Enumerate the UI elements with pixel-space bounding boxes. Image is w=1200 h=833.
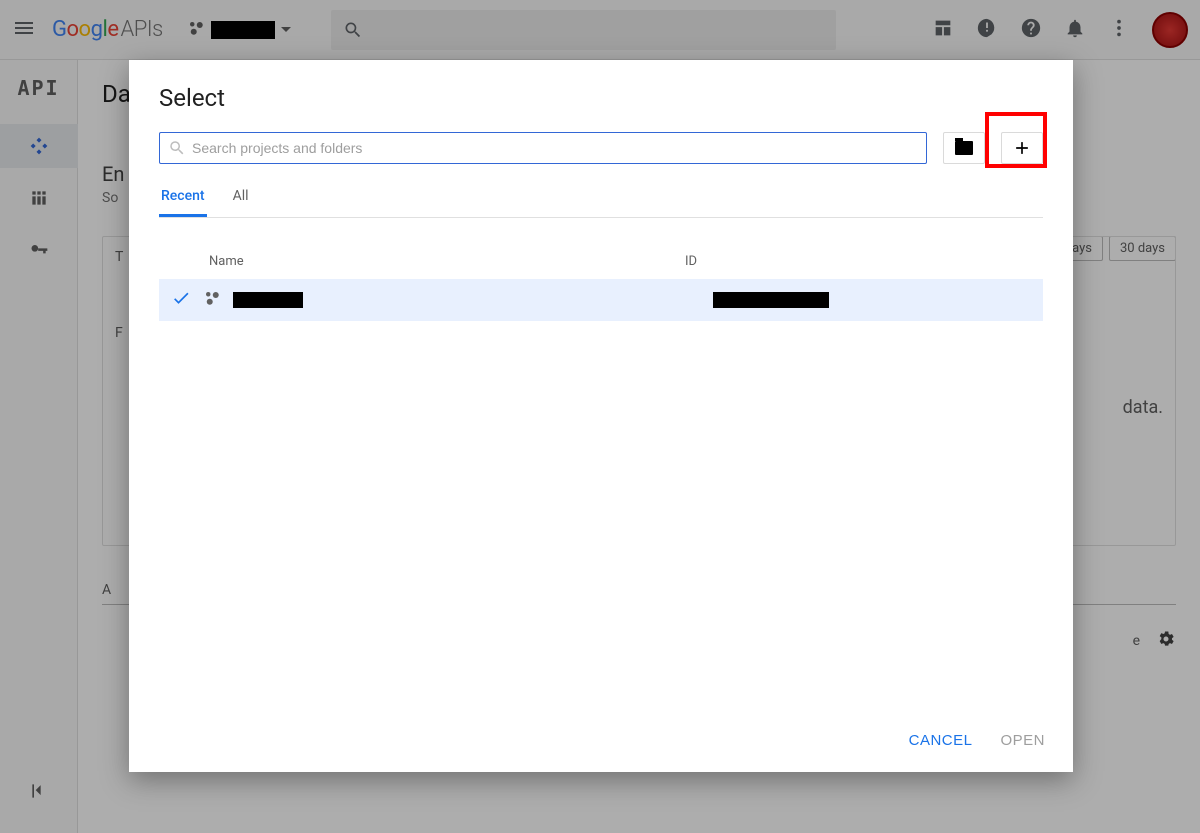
open-button[interactable]: OPEN — [1000, 732, 1045, 749]
project-select-dialog: Select Recent All Name ID — [129, 60, 1073, 772]
project-id-redacted — [713, 292, 829, 308]
tab-recent[interactable]: Recent — [159, 188, 207, 217]
project-search[interactable] — [159, 132, 927, 164]
tab-all[interactable]: All — [231, 188, 251, 217]
folder-gear-icon — [955, 141, 973, 155]
project-table-head: Name ID — [159, 254, 1043, 279]
project-name-redacted — [233, 292, 303, 308]
search-icon — [168, 139, 186, 157]
col-id: ID — [685, 254, 1031, 269]
project-row[interactable] — [159, 279, 1043, 321]
dialog-title: Select — [159, 84, 1043, 112]
project-id-cell — [713, 292, 829, 308]
check-icon — [171, 288, 191, 312]
dialog-tabs: Recent All — [159, 188, 1043, 218]
plus-icon — [1012, 138, 1032, 158]
folder-settings-button[interactable] — [943, 132, 985, 164]
new-project-button[interactable] — [1001, 132, 1043, 164]
col-name: Name — [209, 254, 685, 269]
cancel-button[interactable]: CANCEL — [909, 732, 973, 749]
dialog-actions: CANCEL OPEN — [129, 708, 1073, 772]
project-search-input[interactable] — [192, 140, 918, 156]
project-icon — [203, 289, 221, 311]
dialog-search-row — [159, 132, 1043, 164]
